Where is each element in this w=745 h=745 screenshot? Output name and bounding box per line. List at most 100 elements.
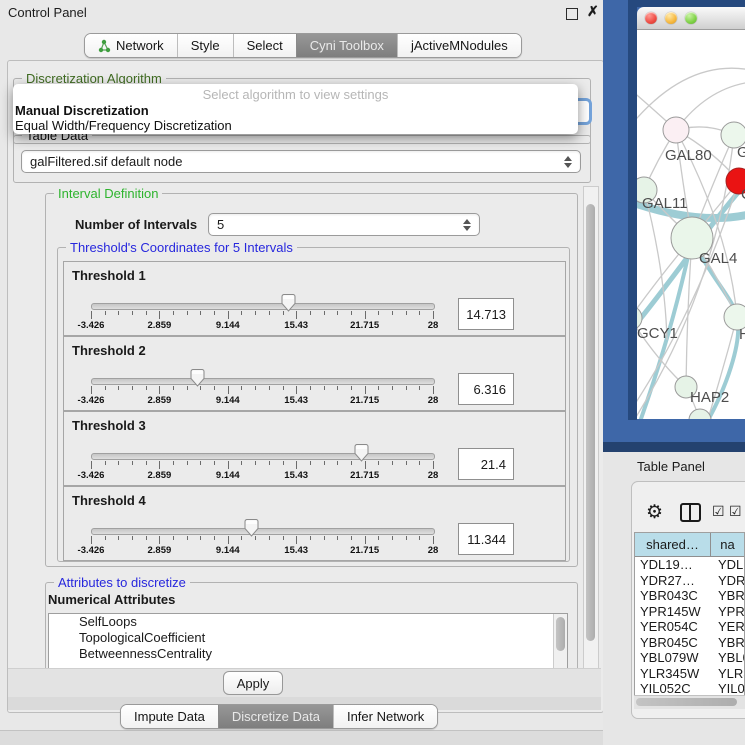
table-row[interactable]: YPR145WYPR1 — [635, 604, 744, 620]
slider-thumb[interactable] — [244, 519, 259, 537]
table-horizontal-scrollbar[interactable] — [634, 695, 745, 709]
tick-mark — [132, 311, 133, 315]
numerical-attributes-list[interactable]: SelfLoopsTopologicalCoefficientBetweenne… — [48, 613, 568, 670]
cell-name[interactable]: YDR2 — [711, 573, 744, 589]
tab-jactivemnodules[interactable]: jActiveMNodules — [397, 34, 521, 57]
tab-network[interactable]: Network — [85, 34, 177, 57]
table-row[interactable]: YBL079WYBL0 — [635, 650, 744, 666]
tab-infer-network[interactable]: Infer Network — [333, 705, 437, 728]
table-row[interactable]: YLR345WYLR3 — [635, 666, 744, 682]
tick-mark — [324, 311, 325, 315]
table-row[interactable]: YIL052CYIL0 — [635, 681, 744, 695]
cell-shared-name[interactable]: YER054C — [635, 619, 711, 635]
tick-mark — [406, 386, 407, 390]
dropdown-option-equal-width-frequency[interactable]: Equal Width/Frequency Discretization — [13, 118, 578, 133]
cell-name[interactable]: YPR1 — [711, 604, 744, 620]
tab-impute-data[interactable]: Impute Data — [121, 705, 218, 728]
checkbox-icon-2[interactable]: ☑ — [729, 503, 742, 520]
tick-label: 2.859 — [148, 395, 172, 406]
cell-shared-name[interactable]: YLR345W — [635, 666, 711, 682]
cell-name[interactable]: YIL0 — [711, 681, 744, 695]
checkbox-icon-1[interactable]: ☑ — [712, 503, 725, 520]
close-icon[interactable]: ✗ — [587, 3, 599, 20]
table-row[interactable]: YDR27…YDR2 — [635, 573, 744, 589]
apply-button[interactable]: Apply — [223, 671, 283, 695]
float-window-icon[interactable] — [566, 8, 578, 20]
tick-mark — [173, 536, 174, 540]
zoom-traffic-light-icon[interactable] — [685, 12, 697, 24]
tick-mark — [132, 386, 133, 390]
tick-label: 2.859 — [148, 545, 172, 556]
threshold-label: Threshold 2 — [72, 343, 146, 358]
tick-label: 9.144 — [216, 545, 240, 556]
table-row[interactable]: YBR043CYBR0 — [635, 588, 744, 604]
slider-track[interactable] — [91, 303, 435, 310]
tick-mark — [378, 461, 379, 465]
threshold-value-box[interactable]: 11.344 — [458, 523, 514, 555]
tick-label: 21.715 — [350, 545, 379, 556]
table-row[interactable]: YER054CYER0 — [635, 619, 744, 635]
network-window-border — [628, 0, 637, 420]
cell-shared-name[interactable]: YBR043C — [635, 588, 711, 604]
cell-shared-name[interactable]: YIL052C — [635, 681, 711, 695]
cell-name[interactable]: YER0 — [711, 619, 744, 635]
slider-track[interactable] — [91, 378, 435, 385]
tab-discretize-data[interactable]: Discretize Data — [218, 705, 333, 728]
attribute-list-item[interactable]: TopologicalCoefficient — [49, 630, 567, 646]
slider-track[interactable] — [91, 453, 435, 460]
threshold-value-box[interactable]: 6.316 — [458, 373, 514, 405]
network-window-titlebar[interactable] — [637, 7, 745, 30]
cell-name[interactable]: YLR3 — [711, 666, 744, 682]
table-row[interactable]: YBR045CYBR0 — [635, 635, 744, 651]
tick-mark — [159, 386, 160, 394]
network-node[interactable] — [663, 117, 689, 143]
column-header-name[interactable]: na — [711, 533, 744, 556]
column-layout-icon[interactable] — [680, 503, 701, 522]
tab-select[interactable]: Select — [233, 34, 296, 57]
tick-mark — [214, 311, 215, 315]
slider-thumb[interactable] — [281, 294, 296, 312]
attribute-list-item[interactable]: BetweennessCentrality — [49, 646, 567, 662]
attribute-list-item[interactable]: SelfLoops — [49, 614, 567, 630]
table-header-row: shared… na — [635, 533, 744, 557]
tick-label: 15.43 — [284, 545, 308, 556]
slider-thumb[interactable] — [354, 444, 369, 462]
list-scrollbar[interactable] — [553, 614, 567, 669]
cell-shared-name[interactable]: YDR27… — [635, 573, 711, 589]
threshold-value-box[interactable]: 21.4 — [458, 448, 514, 480]
slider-thumb[interactable] — [190, 369, 205, 387]
cell-shared-name[interactable]: YDL19… — [635, 557, 711, 573]
tick-mark — [187, 536, 188, 540]
cell-name[interactable]: YBR0 — [711, 588, 744, 604]
slider-track[interactable] — [91, 528, 435, 535]
cell-name[interactable]: YBR0 — [711, 635, 744, 651]
table-panel-title: Table Panel — [637, 459, 705, 474]
tick-label: 21.715 — [350, 470, 379, 481]
cell-name[interactable]: YDL1 — [711, 557, 744, 573]
network-canvas[interactable]: GAL80GACGAL11GAL4GCY1HAHAP2 — [637, 30, 745, 419]
number-of-intervals-combo[interactable]: 5 — [208, 213, 480, 236]
tick-mark — [351, 536, 352, 540]
number-of-intervals-value: 5 — [217, 217, 224, 232]
network-node[interactable] — [689, 409, 711, 419]
dropdown-option-manual-discretization[interactable]: Manual Discretization — [13, 103, 578, 118]
tick-mark — [228, 536, 229, 544]
tick-mark — [105, 536, 106, 540]
cell-shared-name[interactable]: YBR045C — [635, 635, 711, 651]
tick-mark — [187, 461, 188, 465]
tab-label: Network — [116, 37, 164, 54]
close-traffic-light-icon[interactable] — [645, 12, 657, 24]
table-row[interactable]: YDL19…YDL1 — [635, 557, 744, 573]
threshold-value-box[interactable]: 14.713 — [458, 298, 514, 330]
table-data-combo[interactable]: galFiltered.sif default node — [21, 150, 581, 173]
cell-name[interactable]: YBL0 — [711, 650, 744, 666]
tab-cyni-toolbox[interactable]: Cyni Toolbox — [296, 34, 397, 57]
cell-shared-name[interactable]: YPR145W — [635, 604, 711, 620]
minimize-traffic-light-icon[interactable] — [665, 12, 677, 24]
gear-icon[interactable]: ⚙ — [646, 501, 663, 524]
cell-shared-name[interactable]: YBL079W — [635, 650, 711, 666]
tab-style[interactable]: Style — [177, 34, 233, 57]
tick-mark — [173, 311, 174, 315]
column-header-shared-name[interactable]: shared… — [635, 533, 711, 556]
panel-vertical-scrollbar[interactable] — [583, 186, 599, 670]
